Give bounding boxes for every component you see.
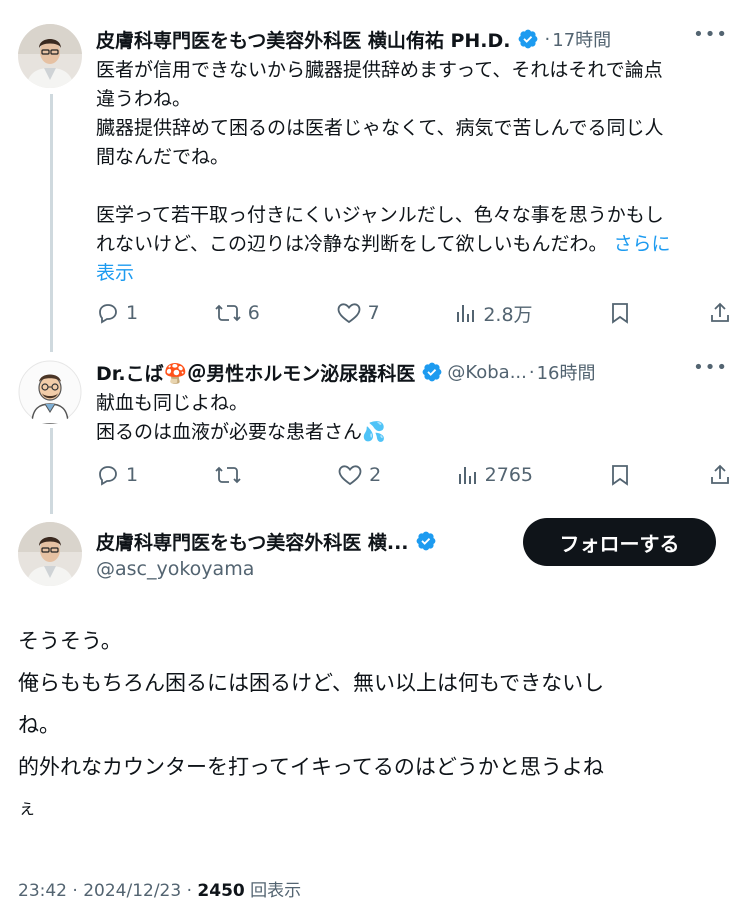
tweet-line-text: れないけど、この辺りは冷静な判断をして欲しいもんだわ。	[96, 233, 608, 255]
like-button[interactable]: 2	[337, 463, 381, 487]
reply-count: 1	[126, 464, 139, 486]
tweet-text: 献血も同じよね。 困るのは血液が必要な患者さん💦	[96, 389, 732, 447]
views-icon	[457, 305, 475, 322]
like-count: 2	[369, 464, 382, 486]
tweet-line: ね。	[18, 713, 60, 737]
avatar[interactable]	[18, 522, 82, 586]
tweet-time[interactable]: 16時間	[537, 359, 596, 385]
views-label: 回表示	[244, 881, 302, 901]
repost-count: 6	[247, 302, 260, 324]
tweet-line: 的外れなカウンターを打ってイキってるのはどうかと思うよね	[18, 755, 604, 779]
view-count: 2765	[484, 464, 533, 486]
tweet-2[interactable]: Dr.こば🍄＠男性ホルモン泌尿器科医 @Koba... · 16時間 ••• 献…	[96, 357, 732, 447]
tweet-metadata: 23:42 · 2024/12/23 · 2450 回表示	[18, 876, 301, 901]
like-icon	[338, 465, 362, 486]
show-more-link[interactable]: さらに	[614, 233, 671, 255]
author-handle[interactable]: @asc_yokoyama	[96, 558, 254, 580]
tweet-line: 違うわね。	[96, 88, 192, 110]
tweet-line: 医者が信用できないから臓器提供辞めますって、それはそれで論点	[96, 59, 663, 81]
reply-icon	[99, 466, 117, 486]
tweet-line: 困るのは血液が必要な患者さん💦	[96, 421, 386, 443]
verified-badge-icon	[518, 29, 537, 49]
tweet-1-actions: 1 6 7 2.8万	[96, 293, 732, 333]
tweet-2-actions: 1 2 2765	[96, 455, 732, 495]
views-count: 2450	[197, 881, 245, 901]
author-name[interactable]: Dr.こば🍄＠男性ホルモン泌尿器科医	[96, 359, 415, 386]
share-button[interactable]	[708, 463, 732, 487]
follow-button[interactable]: フォローする	[523, 518, 716, 566]
tweet-line: れないけど、この辺りは冷静な判断をして欲しいもんだわ。 さらに	[96, 230, 732, 259]
thread-line-2	[50, 428, 53, 514]
like-button[interactable]: 7	[336, 301, 380, 325]
tweet-1[interactable]: 皮膚科専門医をもつ美容外科医 横山侑祐 PH.D. · 17時間 ••• 医者が…	[96, 24, 732, 288]
bookmark-icon	[612, 303, 629, 324]
views-button[interactable]: 2765	[457, 463, 533, 487]
views-button[interactable]: 2.8万	[455, 300, 533, 327]
author-name[interactable]: 皮膚科専門医をもつ美容外科医 横山侑祐 PH.D.	[96, 26, 511, 53]
tweet-line: 間なんだでね。	[96, 146, 230, 168]
share-icon	[711, 302, 729, 322]
repost-icon	[214, 466, 241, 484]
avatar[interactable]	[18, 24, 82, 88]
show-more-link-continued[interactable]: 表示	[96, 259, 732, 288]
tweet-1-header: 皮膚科専門医をもつ美容外科医 横山侑祐 PH.D. · 17時間	[96, 24, 732, 54]
separator-dot: ·	[544, 28, 551, 50]
like-count: 7	[367, 302, 380, 324]
tweet-time[interactable]: 17時間	[552, 26, 611, 52]
separator-dot: ·	[528, 361, 535, 383]
tweet-line: 医学って若干取っ付きにくいジャンルだし、色々な事を思うかもし	[96, 204, 664, 226]
reply-button[interactable]: 1	[96, 301, 138, 325]
more-options-icon[interactable]: •••	[693, 24, 728, 45]
like-icon	[337, 303, 360, 324]
more-options-icon[interactable]: •••	[693, 357, 728, 378]
verified-badge-icon	[416, 531, 435, 551]
tweet-line: ぇ	[18, 798, 36, 819]
author-name[interactable]: 皮膚科専門医をもつ美容外科医 横...	[96, 528, 409, 555]
tweet-line	[96, 172, 732, 201]
bookmark-button[interactable]	[608, 463, 632, 487]
repost-button[interactable]: 6	[214, 301, 260, 325]
main-author-row: 皮膚科専門医をもつ美容外科医 横...	[96, 525, 441, 557]
reply-count: 1	[126, 302, 139, 324]
author-handle[interactable]: @Koba...	[447, 362, 527, 383]
timestamp[interactable]: 23:42 · 2024/12/23 ·	[18, 881, 197, 901]
tweet-line: 献血も同じよね。	[96, 392, 249, 414]
view-count: 2.8万	[483, 303, 533, 326]
share-icon	[711, 464, 729, 484]
reply-button[interactable]: 1	[96, 463, 138, 487]
tweet-line: そうそう。	[18, 629, 122, 653]
share-button[interactable]	[708, 301, 732, 325]
avatar[interactable]	[18, 360, 82, 424]
bookmark-button[interactable]	[608, 301, 632, 325]
views-icon	[458, 467, 476, 484]
repost-icon	[215, 304, 241, 322]
reply-icon	[99, 304, 117, 324]
thread-line-1	[50, 94, 53, 352]
repost-button[interactable]	[214, 463, 262, 487]
tweet-line: 俺らももちろん困るには困るけど、無い以上は何もできないし	[18, 671, 605, 695]
tweet-text: 医者が信用できないから臓器提供辞めますって、それはそれで論点 違うわね。 臓器提…	[96, 56, 732, 288]
main-tweet-text: そうそう。 俺らももちろん困るには困るけど、無い以上は何もできないし ね。 的外…	[18, 620, 710, 830]
verified-badge-icon	[422, 362, 442, 382]
bookmark-icon	[612, 465, 629, 486]
tweet-2-header: Dr.こば🍄＠男性ホルモン泌尿器科医 @Koba... · 16時間	[96, 357, 732, 387]
tweet-line: 臓器提供辞めて困るのは医者じゃなくて、病気で苦しんでる同じ人	[96, 117, 664, 139]
